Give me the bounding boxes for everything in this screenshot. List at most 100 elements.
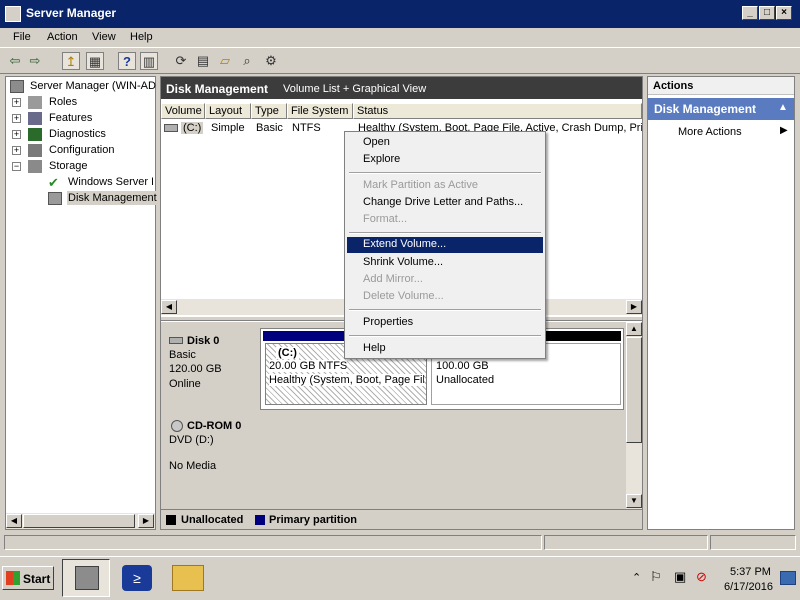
legend: Unallocated Primary partition <box>161 509 642 529</box>
help-icon[interactable]: ? <box>118 52 136 70</box>
disk-type: DVD (D:) <box>169 434 214 446</box>
scroll-right-button[interactable]: ▶ <box>138 514 154 528</box>
explorer-icon[interactable] <box>172 565 204 591</box>
column-header-volume[interactable]: Volume <box>161 103 205 119</box>
expand-icon[interactable]: + <box>12 114 21 123</box>
scroll-thumb[interactable] <box>626 337 642 443</box>
scroll-right-button[interactable]: ▶ <box>626 300 642 314</box>
powershell-icon[interactable]: ≥ <box>122 565 152 591</box>
menu-separator <box>349 335 541 337</box>
diagnostics-icon <box>28 128 42 141</box>
close-button[interactable]: × <box>776 6 792 20</box>
column-header-layout[interactable]: Layout <box>205 103 251 119</box>
network-icon[interactable]: ▣ <box>674 569 686 585</box>
column-header-file-system[interactable]: File System <box>287 103 353 119</box>
forward-arrow-icon[interactable]: ⇨ <box>26 52 44 70</box>
actions-header: Actions <box>648 77 794 95</box>
show-hide-tree-icon[interactable]: ▦ <box>86 52 104 70</box>
unallocated-swatch <box>166 515 176 525</box>
tree-item-storage[interactable]: − Storage <box>12 159 152 175</box>
menu-item-open[interactable]: Open <box>347 135 543 151</box>
column-header-status[interactable]: Status <box>353 103 642 119</box>
show-hide-action-pane-icon[interactable]: ▥ <box>140 52 158 70</box>
open-folder-icon[interactable]: ▱ <box>216 52 234 70</box>
scroll-up-button[interactable]: ▲ <box>626 322 642 336</box>
tree-item-features[interactable]: + Features <box>12 111 152 127</box>
disk-management-icon <box>48 192 62 205</box>
expand-icon[interactable]: + <box>12 98 21 107</box>
scroll-down-button[interactable]: ▼ <box>626 494 642 508</box>
refresh-icon[interactable]: ⟳ <box>172 52 190 70</box>
tree-item-diagnostics[interactable]: + Diagnostics <box>12 127 152 143</box>
disk-0-info[interactable]: Disk 0 Basic 120.00 GB Online <box>163 328 259 410</box>
menu-item-explore[interactable]: Explore <box>347 152 543 168</box>
menu-item-change-drive-letter[interactable]: Change Drive Letter and Paths... <box>347 195 543 211</box>
settings-icon[interactable]: ⚙ <box>262 52 280 70</box>
tree-label-selected: Disk Management <box>67 191 158 205</box>
search-icon[interactable]: ⌕ <box>238 52 256 70</box>
scroll-left-button[interactable]: ◀ <box>161 300 177 314</box>
maximize-button[interactable]: □ <box>759 6 775 20</box>
tree-label: Configuration <box>49 144 115 156</box>
tree-item-disk-management[interactable]: Disk Management <box>48 191 158 207</box>
tree-hscrollbar[interactable]: ◀ ▶ <box>6 513 155 529</box>
more-actions[interactable]: More Actions ▶ <box>648 123 794 141</box>
scroll-left-button[interactable]: ◀ <box>6 514 22 528</box>
graphical-vscrollbar[interactable]: ▲ ▼ <box>626 322 642 509</box>
tree-item-configuration[interactable]: + Configuration <box>12 143 152 159</box>
show-desktop-icon[interactable] <box>780 571 796 585</box>
menu-file[interactable]: File <box>13 31 31 43</box>
menu-item-mark-active: Mark Partition as Active <box>363 179 478 191</box>
disk-size: 120.00 GB <box>169 363 222 375</box>
menu-item-format: Format... <box>363 213 408 225</box>
partition-status: Unallocated <box>436 374 495 386</box>
cdrom-0-info[interactable]: CD-ROM 0 DVD (D:) No Media <box>163 413 259 502</box>
menu-bar: File Action View Help <box>0 28 800 46</box>
menu-item-extend-volume[interactable]: Extend Volume... <box>347 237 543 253</box>
cell-layout: Simple <box>211 122 245 134</box>
legend-primary: Primary partition <box>269 514 358 526</box>
clock-time[interactable]: 5:37 PM <box>730 566 771 578</box>
expand-icon[interactable]: + <box>12 146 21 155</box>
storage-icon <box>28 160 42 173</box>
tree-label: Windows Server B <box>68 176 153 188</box>
scroll-thumb[interactable] <box>23 514 135 528</box>
up-folder-icon[interactable]: ↥ <box>62 52 80 70</box>
action-center-flag-icon[interactable]: ⚐ <box>650 569 662 585</box>
menu-action[interactable]: Action <box>47 31 78 43</box>
legend-unallocated: Unallocated <box>181 514 244 526</box>
menu-item-properties[interactable]: Properties <box>347 315 543 331</box>
expand-icon[interactable]: + <box>12 130 21 139</box>
column-header-type[interactable]: Type <box>251 103 287 119</box>
window-title: Server Manager <box>26 6 117 20</box>
submenu-arrow-icon: ▶ <box>780 125 788 136</box>
disk-status: Online <box>169 378 201 390</box>
volume-muted-icon[interactable]: ⊘ <box>696 569 707 585</box>
actions-section-title: Disk Management <box>654 102 757 116</box>
actions-section-disk-management[interactable]: Disk Management ▲ <box>648 98 794 120</box>
status-panel-3 <box>710 535 796 550</box>
collapse-icon[interactable]: − <box>12 162 21 171</box>
roles-icon <box>28 96 42 109</box>
disk-type: Basic <box>169 349 196 361</box>
taskbar-server-manager[interactable] <box>62 559 110 597</box>
back-arrow-icon[interactable]: ⇦ <box>6 52 24 70</box>
menu-item-help[interactable]: Help <box>347 341 543 357</box>
tree-item-roles[interactable]: + Roles <box>12 95 152 111</box>
pane-title: Disk Management <box>166 82 269 96</box>
status-bar <box>0 534 800 552</box>
backup-icon: ✔ <box>48 175 59 190</box>
collapse-up-icon[interactable]: ▲ <box>778 102 788 113</box>
menu-help[interactable]: Help <box>130 31 153 43</box>
properties-icon[interactable]: ▤ <box>194 52 212 70</box>
cd-icon <box>171 420 183 432</box>
menu-view[interactable]: View <box>92 31 116 43</box>
start-button[interactable]: Start <box>2 566 54 590</box>
menu-separator <box>349 232 541 234</box>
clock-date[interactable]: 6/17/2016 <box>724 581 773 593</box>
menu-item-shrink-volume[interactable]: Shrink Volume... <box>347 255 543 271</box>
features-icon <box>28 112 42 125</box>
tree-item-windows-server-backup[interactable]: ✔ Windows Server B <box>48 175 153 191</box>
show-hidden-icons-icon[interactable]: ⌃ <box>632 571 641 584</box>
minimize-button[interactable]: _ <box>742 6 758 20</box>
